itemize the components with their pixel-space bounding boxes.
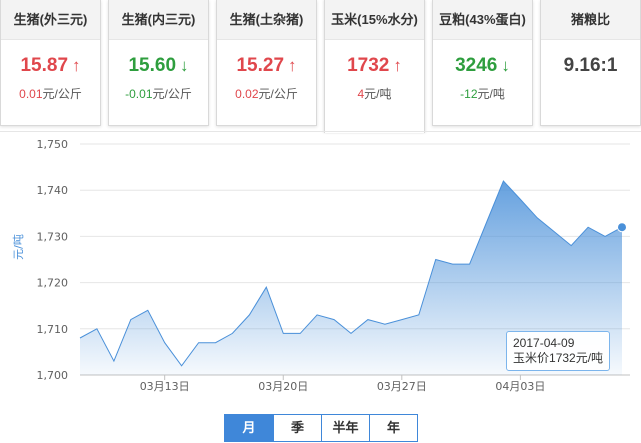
price-value: 15.87 <box>20 55 69 76</box>
price-change-unit: 元/公斤 <box>258 87 298 101</box>
x-tick-label: 03月20日 <box>258 380 308 393</box>
price-change-unit: 元/吨 <box>477 87 505 101</box>
price-value: 1732 <box>347 55 390 76</box>
y-tick-label: 1,740 <box>37 184 69 197</box>
x-tick-label: 04月03日 <box>495 380 545 393</box>
price-card[interactable]: 猪粮比 9.16:1 <box>540 0 641 126</box>
range-tab[interactable]: 半年 <box>321 415 369 441</box>
price-chart: 1,700 1,710 1,720 1,730 1,740 1,750 03月13日 03月2… <box>0 131 641 406</box>
price-change-value: -12 <box>460 87 478 101</box>
range-tabs: 月季半年年 <box>224 414 418 442</box>
price-change-unit: 元/公斤 <box>152 87 192 101</box>
price-value: 9.16:1 <box>563 55 618 76</box>
price-card-change: 0.02元/公斤 <box>217 86 316 102</box>
y-tick-label: 1,710 <box>37 323 69 336</box>
arrow-up-icon: ↑ <box>393 56 402 75</box>
range-tab[interactable]: 季 <box>273 415 321 441</box>
price-card-title: 生猪(土杂猪) <box>217 0 316 40</box>
price-change-unit: 元/公斤 <box>42 87 82 101</box>
price-card-change: -0.01元/公斤 <box>109 86 208 102</box>
price-card-title: 生猪(内三元) <box>109 0 208 40</box>
highlighted-data-point[interactable] <box>617 222 627 233</box>
price-change-value: 0.01 <box>19 87 43 101</box>
y-tick-label: 1,700 <box>37 369 69 382</box>
price-change-unit: 元/吨 <box>364 87 392 101</box>
tooltip-series-label: 玉米价 <box>513 351 550 365</box>
price-value: 3246 <box>455 55 498 76</box>
price-card[interactable]: 生猪(内三元) 15.60 ↓ -0.01元/公斤 <box>108 0 209 126</box>
price-card-value: 1732 ↑ <box>325 54 424 78</box>
tooltip-value: 1732 <box>549 351 576 365</box>
price-card-value: 15.60 ↓ <box>109 54 208 78</box>
price-change-value: -0.01 <box>125 87 153 101</box>
arrow-down-icon: ↓ <box>501 56 510 75</box>
price-card[interactable]: 玉米(15%水分) 1732 ↑ 4元/吨 <box>324 0 425 133</box>
price-card[interactable]: 生猪(土杂猪) 15.27 ↑ 0.02元/公斤 <box>216 0 317 126</box>
tooltip-value-line: 玉米价1732元/吨 <box>513 351 603 366</box>
price-cards: 生猪(外三元) 15.87 ↑ 0.01元/公斤 生猪(内三元) 15.60 ↓ -0.01元… <box>0 0 641 133</box>
price-card-change: -12元/吨 <box>433 86 532 102</box>
price-change-value: 0.02 <box>235 87 259 101</box>
range-tab[interactable]: 月 <box>225 415 273 441</box>
x-tick-label: 03月13日 <box>140 380 190 393</box>
price-card-title: 豆粕(43%蛋白) <box>433 0 532 40</box>
range-tab[interactable]: 年 <box>369 415 417 441</box>
price-card[interactable]: 豆粕(43%蛋白) 3246 ↓ -12元/吨 <box>432 0 533 126</box>
arrow-up-icon: ↑ <box>288 56 297 75</box>
price-card-title: 玉米(15%水分) <box>325 0 424 40</box>
price-card-change: 4元/吨 <box>325 86 424 102</box>
price-card-change: 0.01元/公斤 <box>1 86 100 102</box>
price-card-title: 生猪(外三元) <box>1 0 100 40</box>
y-tick-label: 1,750 <box>37 138 69 151</box>
arrow-up-icon: ↑ <box>72 56 81 75</box>
chart-tooltip: 2017-04-09 玉米价1732元/吨 <box>506 331 610 371</box>
price-card[interactable]: 生猪(外三元) 15.87 ↑ 0.01元/公斤 <box>0 0 101 126</box>
arrow-down-icon: ↓ <box>180 56 189 75</box>
price-value: 15.27 <box>236 55 285 76</box>
y-axis-label: 元/吨 <box>12 234 25 260</box>
price-card-value: 9.16:1 <box>541 54 640 78</box>
price-card-value: 15.87 ↑ <box>1 54 100 78</box>
price-card-value: 15.27 ↑ <box>217 54 316 78</box>
y-tick-label: 1,720 <box>37 277 69 290</box>
price-card-value: 3246 ↓ <box>433 54 532 78</box>
x-tick-label: 03月27日 <box>377 380 427 393</box>
y-tick-label: 1,730 <box>37 230 69 243</box>
price-card-title: 猪粮比 <box>541 0 640 40</box>
price-value: 15.60 <box>128 55 177 76</box>
tooltip-date: 2017-04-09 <box>513 336 575 350</box>
tooltip-unit: 元/吨 <box>575 351 604 365</box>
